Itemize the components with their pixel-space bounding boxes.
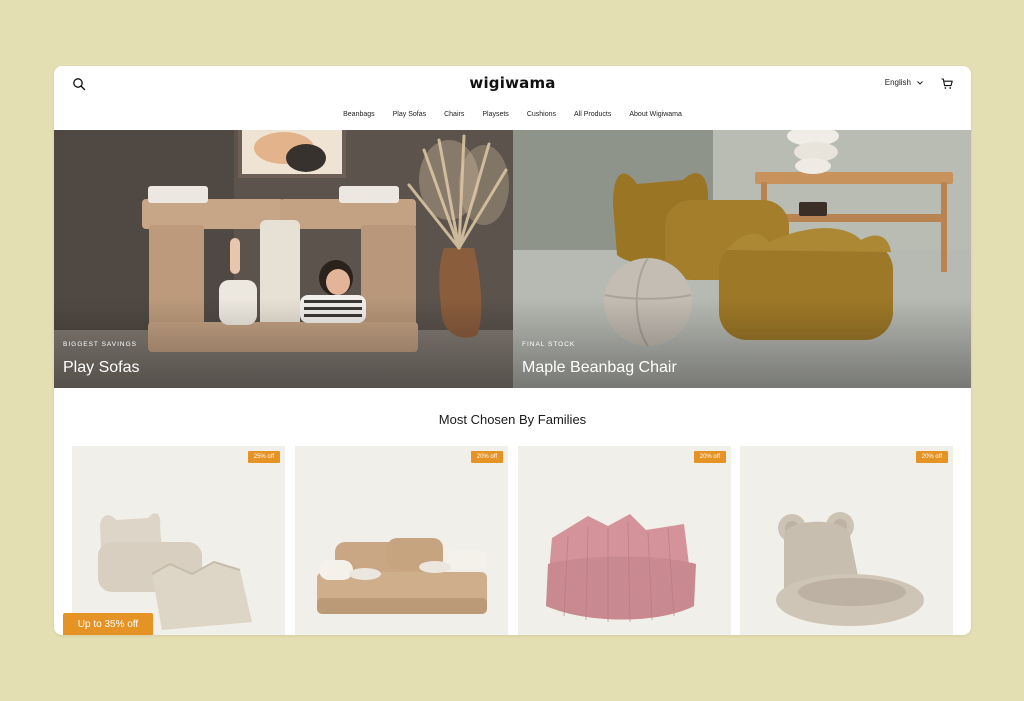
- nav-item-chairs[interactable]: Chairs: [444, 111, 464, 118]
- browser-window: wigiwama English Beanbags Play Sofas Cha…: [54, 66, 971, 635]
- product-grid: 25% off 20% off 20% off 20% off: [72, 446, 953, 635]
- nav-item-all-products[interactable]: All Products: [574, 111, 611, 118]
- nav-item-play-sofas[interactable]: Play Sofas: [393, 111, 426, 118]
- section-title: Most Chosen By Families: [438, 412, 587, 427]
- nav-item-about[interactable]: About Wigiwama: [629, 111, 682, 118]
- product-card[interactable]: 20% off: [295, 446, 508, 635]
- chevron-down-icon: [917, 80, 923, 85]
- product-card[interactable]: 20% off: [740, 446, 953, 635]
- product-card[interactable]: 25% off: [72, 446, 285, 635]
- product-card[interactable]: 20% off: [518, 446, 731, 635]
- hero-title: Maple Beanbag Chair: [522, 359, 677, 376]
- cart-icon: [941, 78, 953, 89]
- product-image: [740, 446, 953, 635]
- brand-logo[interactable]: wigiwama: [54, 74, 971, 92]
- hero-eyebrow: BIGGEST SAVINGS: [63, 341, 137, 348]
- language-selector[interactable]: English: [885, 78, 923, 87]
- promo-banner-button[interactable]: Up to 35% off: [63, 613, 153, 635]
- cart-button[interactable]: [941, 77, 953, 89]
- discount-badge: 25% off: [247, 451, 280, 463]
- nav-item-cushions[interactable]: Cushions: [527, 111, 556, 118]
- hero-play-sofas[interactable]: BIGGEST SAVINGS Play Sofas: [54, 130, 513, 388]
- main-navigation: Beanbags Play Sofas Chairs Playsets Cush…: [54, 111, 971, 118]
- product-image: [518, 446, 731, 635]
- discount-badge: 20% off: [470, 451, 503, 463]
- hero-eyebrow: FINAL STOCK: [522, 341, 576, 348]
- product-image: [295, 446, 508, 635]
- site-header: wigiwama English Beanbags Play Sofas Cha…: [54, 66, 971, 130]
- language-label: English: [884, 78, 911, 87]
- nav-item-beanbags[interactable]: Beanbags: [343, 111, 375, 118]
- discount-badge: 20% off: [915, 451, 948, 463]
- hero-maple-beanbag[interactable]: FINAL STOCK Maple Beanbag Chair: [513, 130, 971, 388]
- nav-item-playsets[interactable]: Playsets: [482, 111, 508, 118]
- hero-title: Play Sofas: [63, 359, 140, 376]
- discount-badge: 20% off: [693, 451, 726, 463]
- product-image: [72, 446, 285, 635]
- hero-banner: BIGGEST SAVINGS Play Sofas FINAL STOCK M…: [54, 130, 971, 388]
